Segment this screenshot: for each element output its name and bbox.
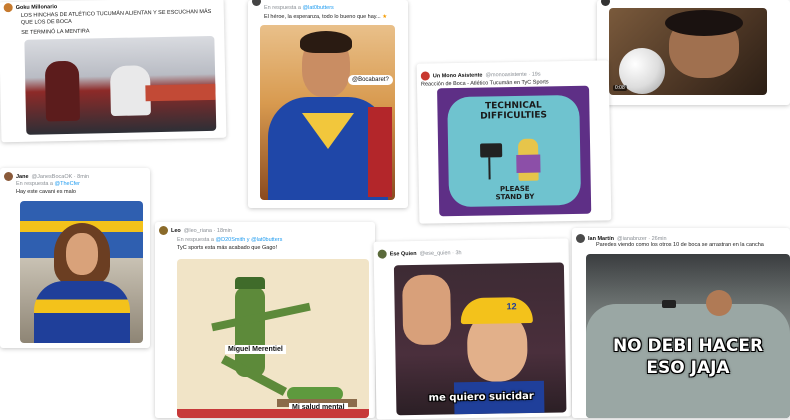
camera-icon xyxy=(480,143,503,158)
user-name[interactable]: Un Mono Asistente xyxy=(433,72,483,79)
reply-prefix: En respuesta a xyxy=(264,5,301,11)
tweet-card-sleeping[interactable]: 0:08 xyxy=(597,0,790,105)
meme-caption-line1: NO DEBI HACER xyxy=(612,336,764,356)
okay-hand-photo[interactable]: 12 me quiero suicidar xyxy=(393,262,567,416)
reply-line: En respuesta a @lat0butters xyxy=(264,5,334,11)
sleeping-man-video[interactable]: 0:08 xyxy=(609,8,767,95)
sign-bottom: PLEASE STAND BY xyxy=(439,184,591,203)
handle-time: @monoasistente · 19s xyxy=(485,71,541,78)
handle-time: @ese_quien · 3h xyxy=(419,249,462,257)
avatar[interactable] xyxy=(377,249,387,259)
tweet-card-boca-player[interactable]: Jane @JanesBocaOK · 8min En respuesta a … xyxy=(0,168,150,348)
avatar[interactable] xyxy=(4,172,13,181)
avatar[interactable] xyxy=(576,234,585,243)
man-hair xyxy=(665,10,743,36)
boca-jersey xyxy=(34,281,130,343)
technical-difficulties-image[interactable]: TECHNICAL DIFFICULTIES PLEASE STAND BY xyxy=(437,85,592,217)
label-merentiel: Miguel Merentiel xyxy=(225,345,286,354)
tweet-card-merentiel[interactable]: Leo @leo_riana · 18min En respuesta a @D… xyxy=(155,222,375,418)
tweet-text-content: El héroe, la esperanza, todo lo bueno qu… xyxy=(264,14,381,20)
player-figure-left xyxy=(44,60,81,122)
video-duration: 0:08 xyxy=(613,85,627,91)
tweet-text: Hay este cavani es malo xyxy=(16,189,76,195)
reply-mention[interactable]: @TheCfer xyxy=(55,181,80,187)
man-head xyxy=(706,290,732,316)
ground xyxy=(177,409,369,418)
tweet-card-goku[interactable]: Goku Millonario LOS HINCHAS DE ATLÉTICO … xyxy=(0,0,227,143)
bed-meme-image[interactable]: NO DEBI HACER ESO JAJA xyxy=(586,254,790,418)
reply-line: En respuesta a @TheCfer xyxy=(16,181,80,187)
boca-cap xyxy=(460,296,533,325)
username-tag: @Bocabaret? xyxy=(348,75,393,85)
tweet-text: El héroe, la esperanza, todo lo bueno qu… xyxy=(264,14,388,20)
tweet-header xyxy=(252,0,261,6)
user-name[interactable]: Leo xyxy=(171,228,181,234)
avatar[interactable] xyxy=(159,226,168,235)
dressing-room-photo[interactable] xyxy=(24,35,217,135)
boca-player-photo[interactable] xyxy=(20,201,143,343)
reply-prefix: En respuesta a xyxy=(16,181,53,187)
handle-time: @leo_riana · 18min xyxy=(183,227,232,234)
user-name[interactable]: Jane xyxy=(16,174,29,180)
avatar[interactable] xyxy=(420,71,430,81)
user-name[interactable]: Ese Quien xyxy=(390,250,417,256)
tweet-card-superhero[interactable]: En respuesta a @lat0butters El héroe, la… xyxy=(248,0,408,208)
cartoon-man-body xyxy=(516,154,541,173)
reply-mention[interactable]: @D20Smith y @lat0butters xyxy=(216,237,283,243)
phone xyxy=(662,300,676,308)
cap-number: 12 xyxy=(506,301,517,312)
hero-hair xyxy=(300,31,352,53)
tweet-text: Paredes viendo como los otros 10 de boca… xyxy=(596,242,764,248)
tripod xyxy=(488,157,491,180)
tweet-header: Ese Quien @ese_quien · 3h xyxy=(377,248,462,259)
avatar[interactable] xyxy=(252,0,261,6)
raised-hand xyxy=(402,274,452,346)
tweet-header: Leo @leo_riana · 18min xyxy=(159,226,232,235)
handle-time: @ianabnzer · 26min xyxy=(616,235,667,242)
meme-caption-line2: ESO JAJA xyxy=(646,358,730,378)
user-name[interactable]: Goku Millonario xyxy=(16,4,58,11)
reply-prefix: En respuesta a xyxy=(177,237,214,243)
avatar[interactable] xyxy=(3,3,13,13)
tweet-text-line2: QUE LOS DE BOCA xyxy=(20,18,72,26)
cape xyxy=(368,107,392,197)
player-face xyxy=(66,233,98,275)
reply-line: En respuesta a @D20Smith y @lat0butters xyxy=(177,237,282,243)
tweet-header xyxy=(601,0,610,6)
soldier-hat xyxy=(235,277,265,289)
tweet-card-no-debi[interactable]: Ian Martín @ianabnzer · 26min Paredes vi… xyxy=(572,228,790,418)
bench xyxy=(145,83,216,102)
handle-time: @JanesBocaOK · 8min xyxy=(31,173,90,180)
soldier-cartoon-image[interactable]: Miguel Merentiel Mi salud mental xyxy=(177,259,369,418)
superhero-image[interactable]: @Bocabaret? xyxy=(260,25,395,200)
tweet-card-okay-hand[interactable]: Ese Quien @ese_quien · 3h 12 me quiero s… xyxy=(373,238,572,420)
reply-mention[interactable]: @lat0butters xyxy=(303,5,334,11)
sign-title: TECHNICAL DIFFICULTIES xyxy=(437,100,589,123)
user-name[interactable]: Ian Martín xyxy=(588,236,614,242)
tweet-card-technical-difficulties[interactable]: Un Mono Asistente @monoasistente · 19s R… xyxy=(416,60,612,224)
tweet-text: TyC sports esta más acabado que Gago! xyxy=(177,245,277,251)
tweet-text-line3: SE TERMINÓ LA MENTIRA xyxy=(21,28,90,36)
tweet-header: Goku Millonario xyxy=(3,2,58,13)
avatar[interactable] xyxy=(601,0,610,6)
tweet-header: Jane @JanesBocaOK · 8min xyxy=(4,172,89,181)
